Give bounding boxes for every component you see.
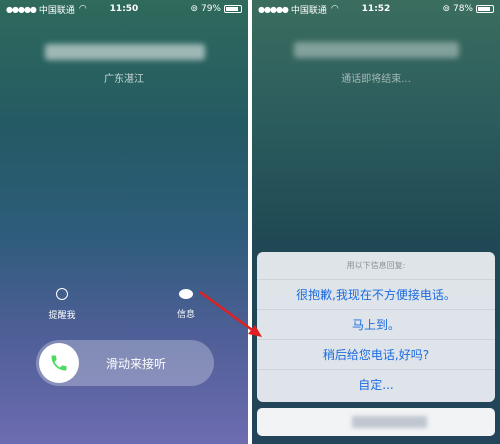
status-time: 11:50 [109,4,139,14]
reply-options-sheet: 用以下信息回复: 很抱歉,我现在不方便接电话。 马上到。 稍后给您电话,好吗? … [257,252,495,402]
phone-icon [51,355,67,371]
message-icon [166,288,206,303]
reply-with-message-screen: ●●●●● 中国联通 ◠ 11:52 ⊚ 78% 通话即将结束... 用以下信息… [252,0,500,444]
incoming-call-screen: ●●●●● 中国联通 ◠ 11:50 ⊚ 79% 广东湛江 提醒我 信息 滑动来… [0,0,248,444]
remind-me-button[interactable]: 提醒我 [42,288,82,321]
cancel-bar[interactable] [257,408,495,436]
reply-option-busy[interactable]: 很抱歉,我现在不方便接电话。 [257,280,495,310]
message-button[interactable]: 信息 [166,288,206,320]
caller-name-blurred [294,42,459,58]
slide-to-answer-label: 滑动来接听 [106,357,167,371]
reply-sheet-title: 用以下信息回复: [257,252,495,280]
reply-option-custom[interactable]: 自定... [257,370,495,400]
slide-to-answer[interactable]: 滑动来接听 [36,340,214,386]
cancel-label-blurred [352,416,427,428]
status-time: 11:52 [361,4,391,14]
remind-me-label: 提醒我 [48,311,76,321]
caller-location: 广东湛江 [104,74,144,85]
answer-knob[interactable] [39,343,79,383]
alarm-icon [42,288,82,304]
call-ending-status: 通话即将结束... [341,74,411,85]
battery-icon [224,5,242,13]
caller-name-blurred [45,44,205,60]
status-bar: ●●●●● 中国联通 ◠ 11:50 ⊚ 79% [0,0,248,18]
reply-option-call-later[interactable]: 稍后给您电话,好吗? [257,340,495,370]
status-bar: ●●●●● 中国联通 ◠ 11:52 ⊚ 78% [252,0,500,18]
message-label: 信息 [176,310,195,320]
battery-icon [476,5,494,13]
reply-option-on-my-way[interactable]: 马上到。 [257,310,495,340]
